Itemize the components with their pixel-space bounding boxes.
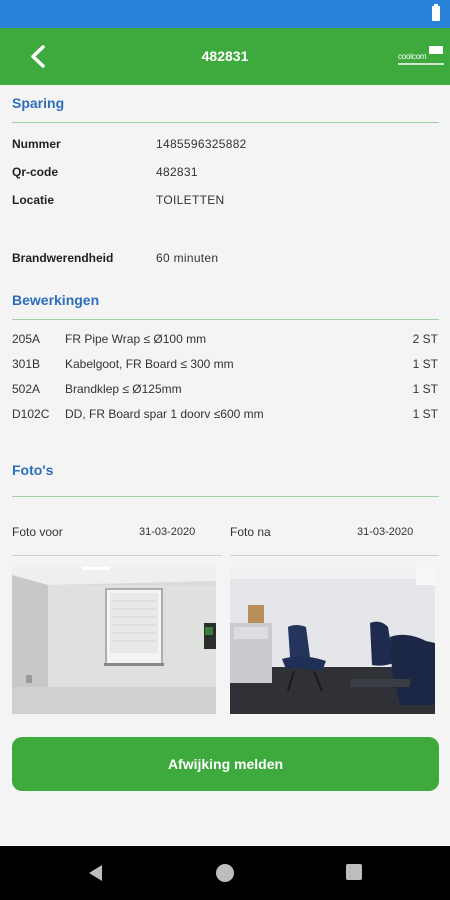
operation-code: 301B [12,357,41,371]
operation-description: DD, FR Board spar 1 doorv ≤600 mm [65,407,264,421]
operation-quantity: 1 ST [412,382,438,396]
list-item: 205A FR Pipe Wrap ≤ Ø100 mm 2 ST [12,332,438,350]
page-title: 482831 [201,48,249,64]
field-label-nummer: Nummer [12,137,61,151]
photo-after-date: 31-03-2020 [357,526,414,538]
operation-quantity: 1 ST [412,407,438,421]
nav-back-button[interactable] [87,864,105,887]
logo-text: coolcom [398,52,427,61]
operation-quantity: 1 ST [412,357,438,371]
field-value-locatie: TOILETTEN [156,193,225,207]
nav-recents-button[interactable] [346,864,362,880]
operation-description: Kabelgoot, FR Board ≤ 300 mm [65,357,234,371]
list-item: D102C DD, FR Board spar 1 doorv ≤600 mm … [12,407,438,425]
system-navigation-bar [0,846,450,900]
field-label-locatie: Locatie [12,193,55,207]
report-deviation-button[interactable]: Afwijking melden [12,737,439,791]
triangle-back-icon [89,865,102,881]
operation-description: Brandklep ≤ Ø125mm [65,382,182,396]
section-title-fotos: Foto's [12,462,54,478]
field-label-qr-code: Qr-code [12,165,59,179]
photo-after-image[interactable] [230,567,435,714]
field-value-nummer: 1485596325882 [156,137,247,151]
field-value-brandwerendheid: 60 minuten [156,251,219,265]
field-value-qr-code: 482831 [156,165,198,179]
section-title-sparing: Sparing [12,95,65,111]
nav-home-button[interactable] [216,864,234,882]
operation-quantity: 2 ST [412,332,438,346]
list-item: 502A Brandklep ≤ Ø125mm 1 ST [12,382,438,400]
divider [12,122,439,123]
operation-code: 205A [12,332,41,346]
company-logo: coolcom [398,46,446,68]
operation-code: 502A [12,382,41,396]
field-label-brandwerendheid: Brandwerendheid [12,251,114,265]
status-bar [0,0,450,28]
battery-icon [432,4,440,21]
divider [12,319,439,320]
photo-after-label: Foto na [230,525,271,539]
operation-code: D102C [12,407,50,421]
photo-before-image[interactable] [12,567,216,714]
logo-mark-icon [429,46,443,54]
photo-before-label: Foto voor [12,525,63,539]
app-bar: 482831 coolcom [0,28,450,85]
divider [12,496,439,497]
divider [12,555,222,556]
operation-description: FR Pipe Wrap ≤ Ø100 mm [65,332,207,346]
list-item: 301B Kabelgoot, FR Board ≤ 300 mm 1 ST [12,357,438,375]
photo-before-date: 31-03-2020 [139,526,196,538]
section-title-bewerkingen: Bewerkingen [12,292,100,308]
divider [230,555,439,556]
logo-underline [398,63,444,65]
